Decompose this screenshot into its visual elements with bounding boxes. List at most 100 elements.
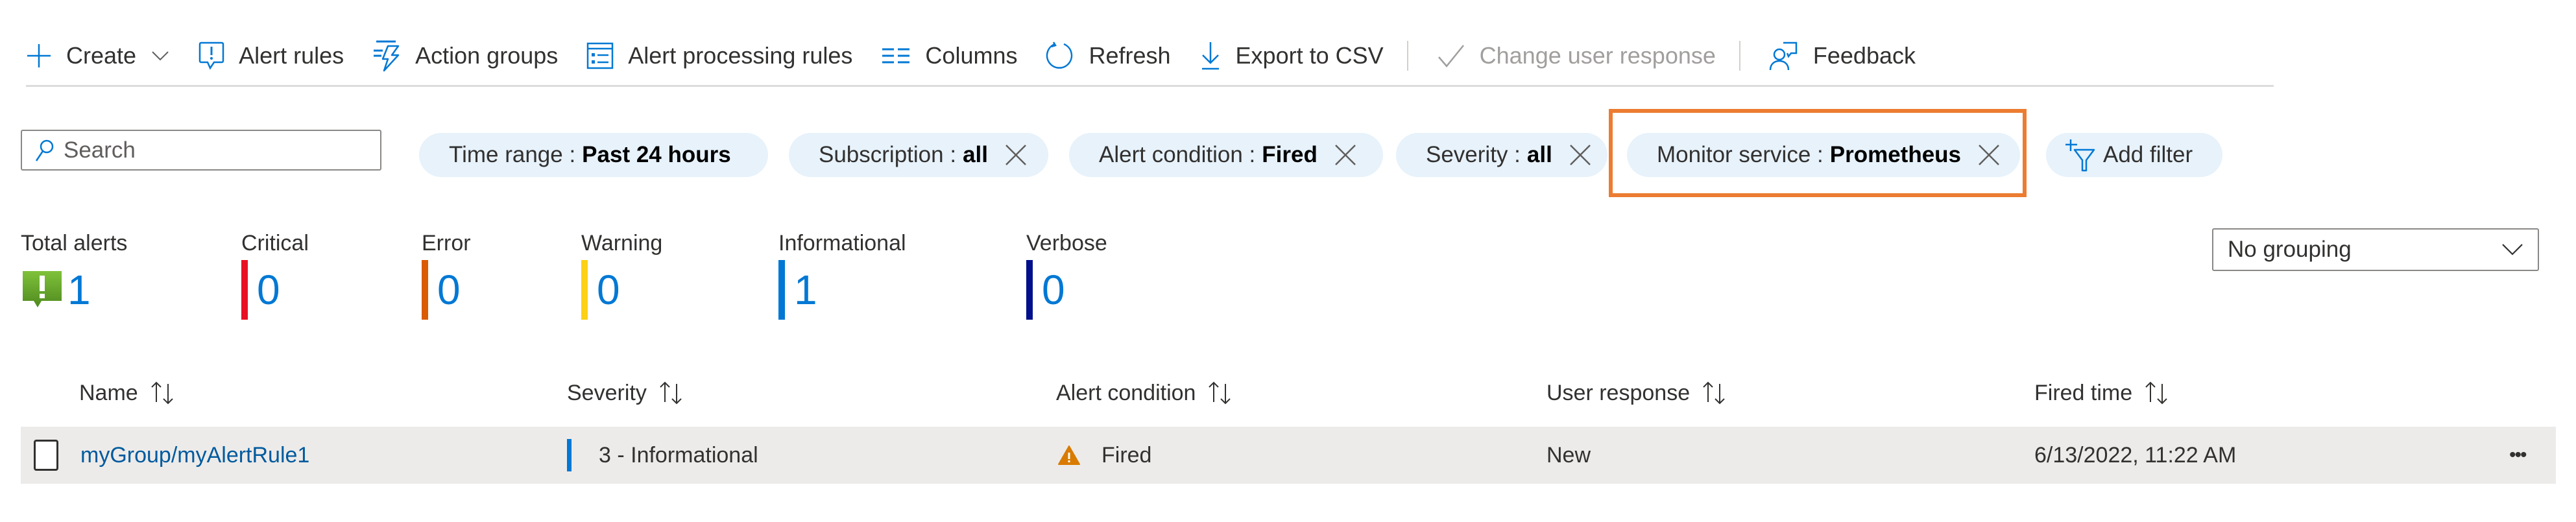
alert-rules-button[interactable]: Alert rules <box>199 41 344 71</box>
row-checkbox-cell <box>34 427 58 484</box>
column-header-label: Alert condition <box>1056 380 1196 405</box>
warning-color-bar <box>581 260 588 320</box>
alert-processing-rules-button[interactable]: Alert processing rules <box>586 42 852 69</box>
refresh-button[interactable]: Refresh <box>1046 41 1171 71</box>
summary-value: 0 <box>1042 267 1065 313</box>
severity-cell: 3 - Informational <box>567 427 758 484</box>
chevron-down-icon <box>152 51 169 61</box>
critical-color-bar <box>241 260 248 320</box>
alert-processing-rules-label: Alert processing rules <box>628 42 853 69</box>
filter-value: Past 24 hours <box>582 142 731 167</box>
filter-key: Severity : <box>1426 142 1521 167</box>
highlight-box <box>1609 109 2027 197</box>
name-cell: myGroup/myAlertRule1 <box>80 427 309 484</box>
sort-icon <box>1209 381 1231 405</box>
column-header-label: Severity <box>567 380 647 405</box>
action-groups-button[interactable]: Action groups <box>372 40 558 72</box>
summary-warning[interactable]: Warning 0 <box>581 231 662 321</box>
filter-value: all <box>963 142 988 167</box>
severity-value: 3 - Informational <box>599 442 758 468</box>
more-icon: ••• <box>2509 444 2527 466</box>
alert-rules-label: Alert rules <box>239 42 344 69</box>
summary-error[interactable]: Error 0 <box>422 231 471 321</box>
alert-condition-cell: Fired <box>1057 427 1151 484</box>
column-header-label: User response <box>1547 380 1691 405</box>
feedback-button[interactable]: Feedback <box>1769 40 1916 71</box>
search-box[interactable] <box>21 130 381 171</box>
fired-time-value: 6/13/2022, 11:22 AM <box>2034 442 2237 468</box>
summary-label: Total alerts <box>21 231 128 255</box>
toolbar-separator <box>1406 41 1408 71</box>
total-alerts-icon <box>23 271 62 307</box>
alert-condition-value: Fired <box>1101 442 1152 468</box>
sort-icon <box>1703 381 1725 405</box>
download-icon <box>1201 42 1219 70</box>
close-icon[interactable] <box>1569 144 1591 166</box>
warning-icon <box>1058 445 1080 465</box>
search-input[interactable] <box>62 136 350 164</box>
grouping-selected: No grouping <box>2228 237 2352 262</box>
informational-color-bar <box>778 260 785 320</box>
summary-critical[interactable]: Critical 0 <box>241 231 309 321</box>
summary-label: Critical <box>241 231 309 255</box>
action-groups-icon <box>374 40 400 72</box>
chevron-down-icon <box>2502 244 2523 255</box>
feedback-icon <box>1769 42 1798 71</box>
severity-color-bar <box>567 439 572 471</box>
summary-value: 1 <box>67 267 91 313</box>
verbose-color-bar <box>1026 260 1033 320</box>
refresh-label: Refresh <box>1089 42 1171 69</box>
command-bar: Create Alert rules Action groups Alert p… <box>26 31 1944 80</box>
create-label: Create <box>66 42 137 69</box>
filter-pill-subscription[interactable]: Subscription : all <box>789 133 1048 177</box>
column-header-label: Name <box>79 380 138 405</box>
close-icon[interactable] <box>1334 144 1356 166</box>
column-header-label: Fired time <box>2034 380 2133 405</box>
more-actions-button[interactable]: ••• <box>2509 427 2527 484</box>
summary-label: Error <box>422 231 471 255</box>
filter-pill-time-range[interactable]: Time range : Past 24 hours <box>419 133 768 177</box>
filter-pill-severity[interactable]: Severity : all <box>1396 133 1607 177</box>
user-response-value: New <box>1547 442 1591 468</box>
column-header-name[interactable]: Name <box>79 380 177 406</box>
alert-name-link[interactable]: myGroup/myAlertRule1 <box>80 443 309 468</box>
change-user-response-button[interactable]: Change user response <box>1437 42 1716 69</box>
create-button[interactable]: Create <box>26 42 170 69</box>
summary-value: 0 <box>437 267 461 313</box>
table-row[interactable]: myGroup/myAlertRule1 3 - Informational F… <box>21 427 2556 484</box>
export-csv-button[interactable]: Export to CSV <box>1199 41 1384 71</box>
row-checkbox[interactable] <box>34 440 58 471</box>
toolbar-separator <box>1739 41 1740 71</box>
plus-icon <box>27 44 51 67</box>
close-icon[interactable] <box>1005 144 1027 166</box>
summary-total-alerts[interactable]: Total alerts 1 <box>21 231 127 321</box>
filter-value: Fired <box>1262 142 1318 167</box>
filter-value: all <box>1526 142 1552 167</box>
column-header-severity[interactable]: Severity <box>567 380 686 406</box>
summary-label: Informational <box>778 231 906 255</box>
user-response-cell: New <box>1547 427 1591 484</box>
columns-icon <box>882 48 910 64</box>
summary-label: Verbose <box>1026 231 1107 255</box>
alert-processing-rules-icon <box>587 42 614 69</box>
column-header-user-response[interactable]: User response <box>1547 380 1729 406</box>
feedback-label: Feedback <box>1812 42 1916 69</box>
summary-value: 1 <box>794 267 817 313</box>
column-header-fired-time[interactable]: Fired time <box>2034 380 2171 406</box>
summary-informational[interactable]: Informational 1 <box>778 231 906 321</box>
export-csv-label: Export to CSV <box>1235 42 1384 69</box>
filter-pill-alert-condition[interactable]: Alert condition : Fired <box>1069 133 1383 177</box>
toolbar-divider <box>26 85 2274 87</box>
alert-rules-icon <box>199 42 224 70</box>
sort-icon <box>660 381 682 405</box>
search-icon <box>35 139 54 161</box>
add-filter-button[interactable]: Add filter <box>2046 133 2222 177</box>
filter-key: Subscription : <box>819 142 957 167</box>
grouping-dropdown[interactable]: No grouping <box>2212 228 2539 271</box>
summary-verbose[interactable]: Verbose 0 <box>1026 231 1107 321</box>
column-header-alert-condition[interactable]: Alert condition <box>1056 380 1234 406</box>
summary-value: 0 <box>597 267 620 313</box>
error-color-bar <box>422 260 428 320</box>
columns-button[interactable]: Columns <box>881 42 1017 69</box>
change-user-response-label: Change user response <box>1479 42 1716 69</box>
